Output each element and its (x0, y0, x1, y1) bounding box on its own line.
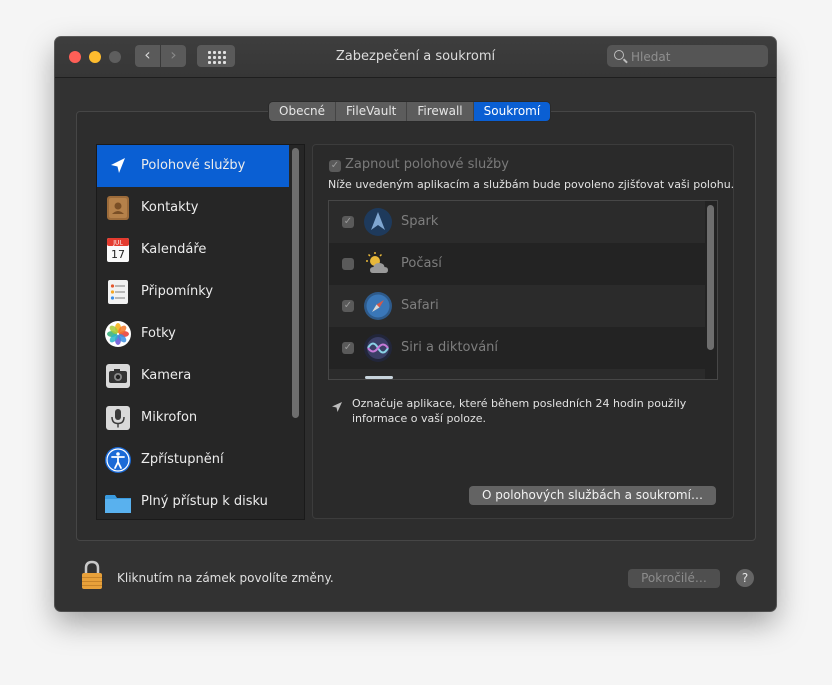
about-location-privacy-button[interactable]: O polohových službách a soukromí… (469, 486, 716, 505)
sidebar-item-label: Fotky (141, 326, 176, 341)
search-field[interactable] (607, 45, 768, 67)
lock-icon[interactable] (81, 560, 103, 590)
lock-message: Kliknutím na zámek povolíte změny. (117, 571, 334, 585)
tab-general[interactable]: Obecné (269, 102, 337, 121)
sidebar-item-label: Mikrofon (141, 410, 198, 425)
sidebar-item-photos[interactable]: Fotky (97, 313, 289, 355)
sidebar-item-camera[interactable]: Kamera (97, 355, 289, 397)
search-input[interactable] (629, 47, 763, 67)
safari-icon (364, 292, 392, 320)
sidebar-item-full-disk-access[interactable]: Plný přístup k disku (97, 481, 289, 519)
weather-icon (366, 252, 388, 273)
siri-icon (364, 334, 392, 362)
contacts-icon (107, 196, 129, 220)
app-list[interactable]: ✓ Spark Počasí ✓ Safari ✓ Siri a diktová… (328, 200, 718, 380)
sidebar-item-label: Plný přístup k disku (141, 494, 268, 509)
location-description: Níže uvedeným aplikacím a službám bude p… (328, 178, 735, 191)
sidebar-item-label: Kalendáře (141, 242, 207, 257)
sidebar-item-calendars[interactable]: JUL 17 Kalendáře (97, 229, 289, 271)
advanced-button[interactable]: Pokročilé… (628, 569, 720, 588)
enable-location-label: Zapnout polohové služby (345, 157, 509, 172)
app-checkbox[interactable] (342, 258, 354, 270)
list-item-safari[interactable]: ✓ Safari (329, 285, 705, 327)
sidebar-item-contacts[interactable]: Kontakty (97, 187, 289, 229)
app-name: Spark (401, 214, 439, 229)
sidebar-item-label: Polohové služby (141, 158, 246, 173)
camera-icon (106, 364, 130, 388)
app-name: Safari (401, 298, 439, 313)
reminders-icon (108, 280, 128, 304)
calendar-day-text: 17 (111, 248, 125, 261)
list-item-siri[interactable]: ✓ Siri a diktování (329, 327, 705, 369)
sidebar-item-label: Kontakty (141, 200, 199, 215)
list-item-partial (329, 369, 705, 379)
recent-location-note: Označuje aplikace, které během posledníc… (352, 397, 687, 425)
folder-icon (105, 495, 131, 513)
app-name: Počasí (401, 256, 442, 271)
sidebar-scrollbar[interactable] (292, 148, 299, 418)
sidebar-item-label: Zpřístupnění (141, 452, 224, 467)
location-arrow-icon (111, 158, 125, 173)
tab-bar: Obecné FileVault Firewall Soukromí (269, 102, 551, 121)
sidebar-item-reminders[interactable]: Připomínky (97, 271, 289, 313)
enable-location-checkbox[interactable]: ✓ (329, 160, 341, 172)
microphone-icon (106, 406, 130, 430)
title-bar: ‹ › Zabezpečení a soukromí (55, 37, 776, 78)
app-checkbox[interactable]: ✓ (342, 342, 354, 354)
sidebar-item-label: Kamera (141, 368, 192, 383)
app-name: Siri a diktování (401, 340, 499, 355)
calendar-month-text: JUL (112, 240, 123, 247)
list-item-spark[interactable]: ✓ Spark (329, 201, 705, 243)
app-checkbox[interactable]: ✓ (342, 300, 354, 312)
accessibility-icon (105, 447, 131, 473)
partial-app-icon (365, 376, 393, 379)
tab-filevault[interactable]: FileVault (336, 102, 408, 121)
sidebar-item-label: Připomínky (141, 284, 214, 299)
tab-firewall[interactable]: Firewall (407, 102, 474, 121)
privacy-category-list[interactable]: Polohové služby Kontakty JUL 17 Kalendář… (96, 144, 305, 520)
preferences-window: ‹ › Zabezpečení a soukromí Obecné FileVa… (55, 37, 776, 611)
tab-privacy[interactable]: Soukromí (473, 102, 551, 121)
location-arrow-icon (332, 402, 342, 412)
app-checkbox[interactable]: ✓ (342, 216, 354, 228)
sidebar-item-accessibility[interactable]: Zpřístupnění (97, 439, 289, 481)
photos-icon (105, 321, 131, 347)
search-icon (614, 50, 624, 60)
calendar-icon: JUL 17 (107, 238, 129, 262)
spark-icon (364, 208, 392, 236)
list-item-weather[interactable]: Počasí (329, 243, 705, 285)
help-button[interactable]: ? (736, 569, 754, 587)
app-list-scrollbar[interactable] (707, 205, 714, 350)
sidebar-item-microphone[interactable]: Mikrofon (97, 397, 289, 439)
sidebar-item-location-services[interactable]: Polohové služby (97, 145, 289, 187)
